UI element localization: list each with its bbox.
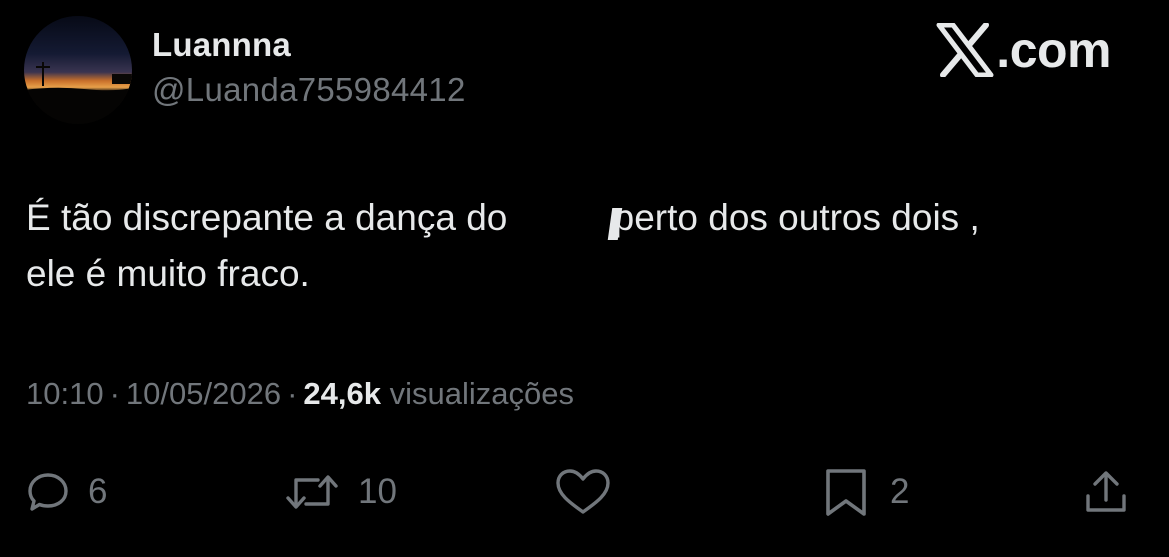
retweet-arrows-icon (284, 470, 340, 514)
redacted-name (517, 202, 622, 240)
tweet-date[interactable]: 10/05/2026 (126, 376, 281, 411)
retweet-count: 10 (358, 472, 397, 511)
like-button[interactable] (552, 460, 614, 524)
tweet-line-1: É tão discrepante a dança do perto dos o… (26, 190, 1146, 246)
share-upload-icon (1082, 468, 1130, 516)
action-bar: 6 10 2 (0, 460, 1169, 524)
tweet-text-part: É tão discrepante a dança do (26, 197, 518, 238)
reply-count: 6 (88, 472, 108, 511)
retweet-button[interactable]: 10 (284, 460, 397, 524)
speech-bubble-icon (26, 470, 70, 514)
author-name[interactable]: Luannna (152, 26, 291, 64)
tweet-text: É tão discrepante a dança do perto dos o… (26, 190, 1146, 302)
tweet-time[interactable]: 10:10 (26, 376, 104, 411)
heart-icon (552, 468, 614, 516)
views-count: 24,6k (303, 376, 381, 411)
separator-dot: · (109, 376, 120, 411)
brand-domain: .com (996, 22, 1111, 78)
separator-dot: · (287, 376, 298, 411)
reply-button[interactable]: 6 (26, 460, 107, 524)
avatar-sunset-image (24, 16, 132, 124)
author-handle[interactable]: @Luanda755984412 (152, 71, 466, 109)
tweet-meta: 10:10 · 10/05/2026 · 24,6k visualizações (26, 376, 574, 412)
tweet-text-part: perto dos outros dois , (613, 197, 980, 238)
avatar[interactable] (24, 16, 132, 124)
brand-logo: .com (936, 22, 1111, 78)
views-label: visualizações (389, 376, 574, 411)
tweet-line-2: ele é muito fraco. (26, 253, 310, 294)
bookmark-icon (820, 466, 872, 518)
bookmark-button[interactable]: 2 (820, 460, 909, 524)
x-logo-icon (936, 23, 994, 77)
tweet-card: Luannna @Luanda755984412 .com É tão disc… (0, 0, 1169, 557)
share-button[interactable] (1082, 460, 1130, 524)
bookmark-count: 2 (890, 472, 910, 511)
